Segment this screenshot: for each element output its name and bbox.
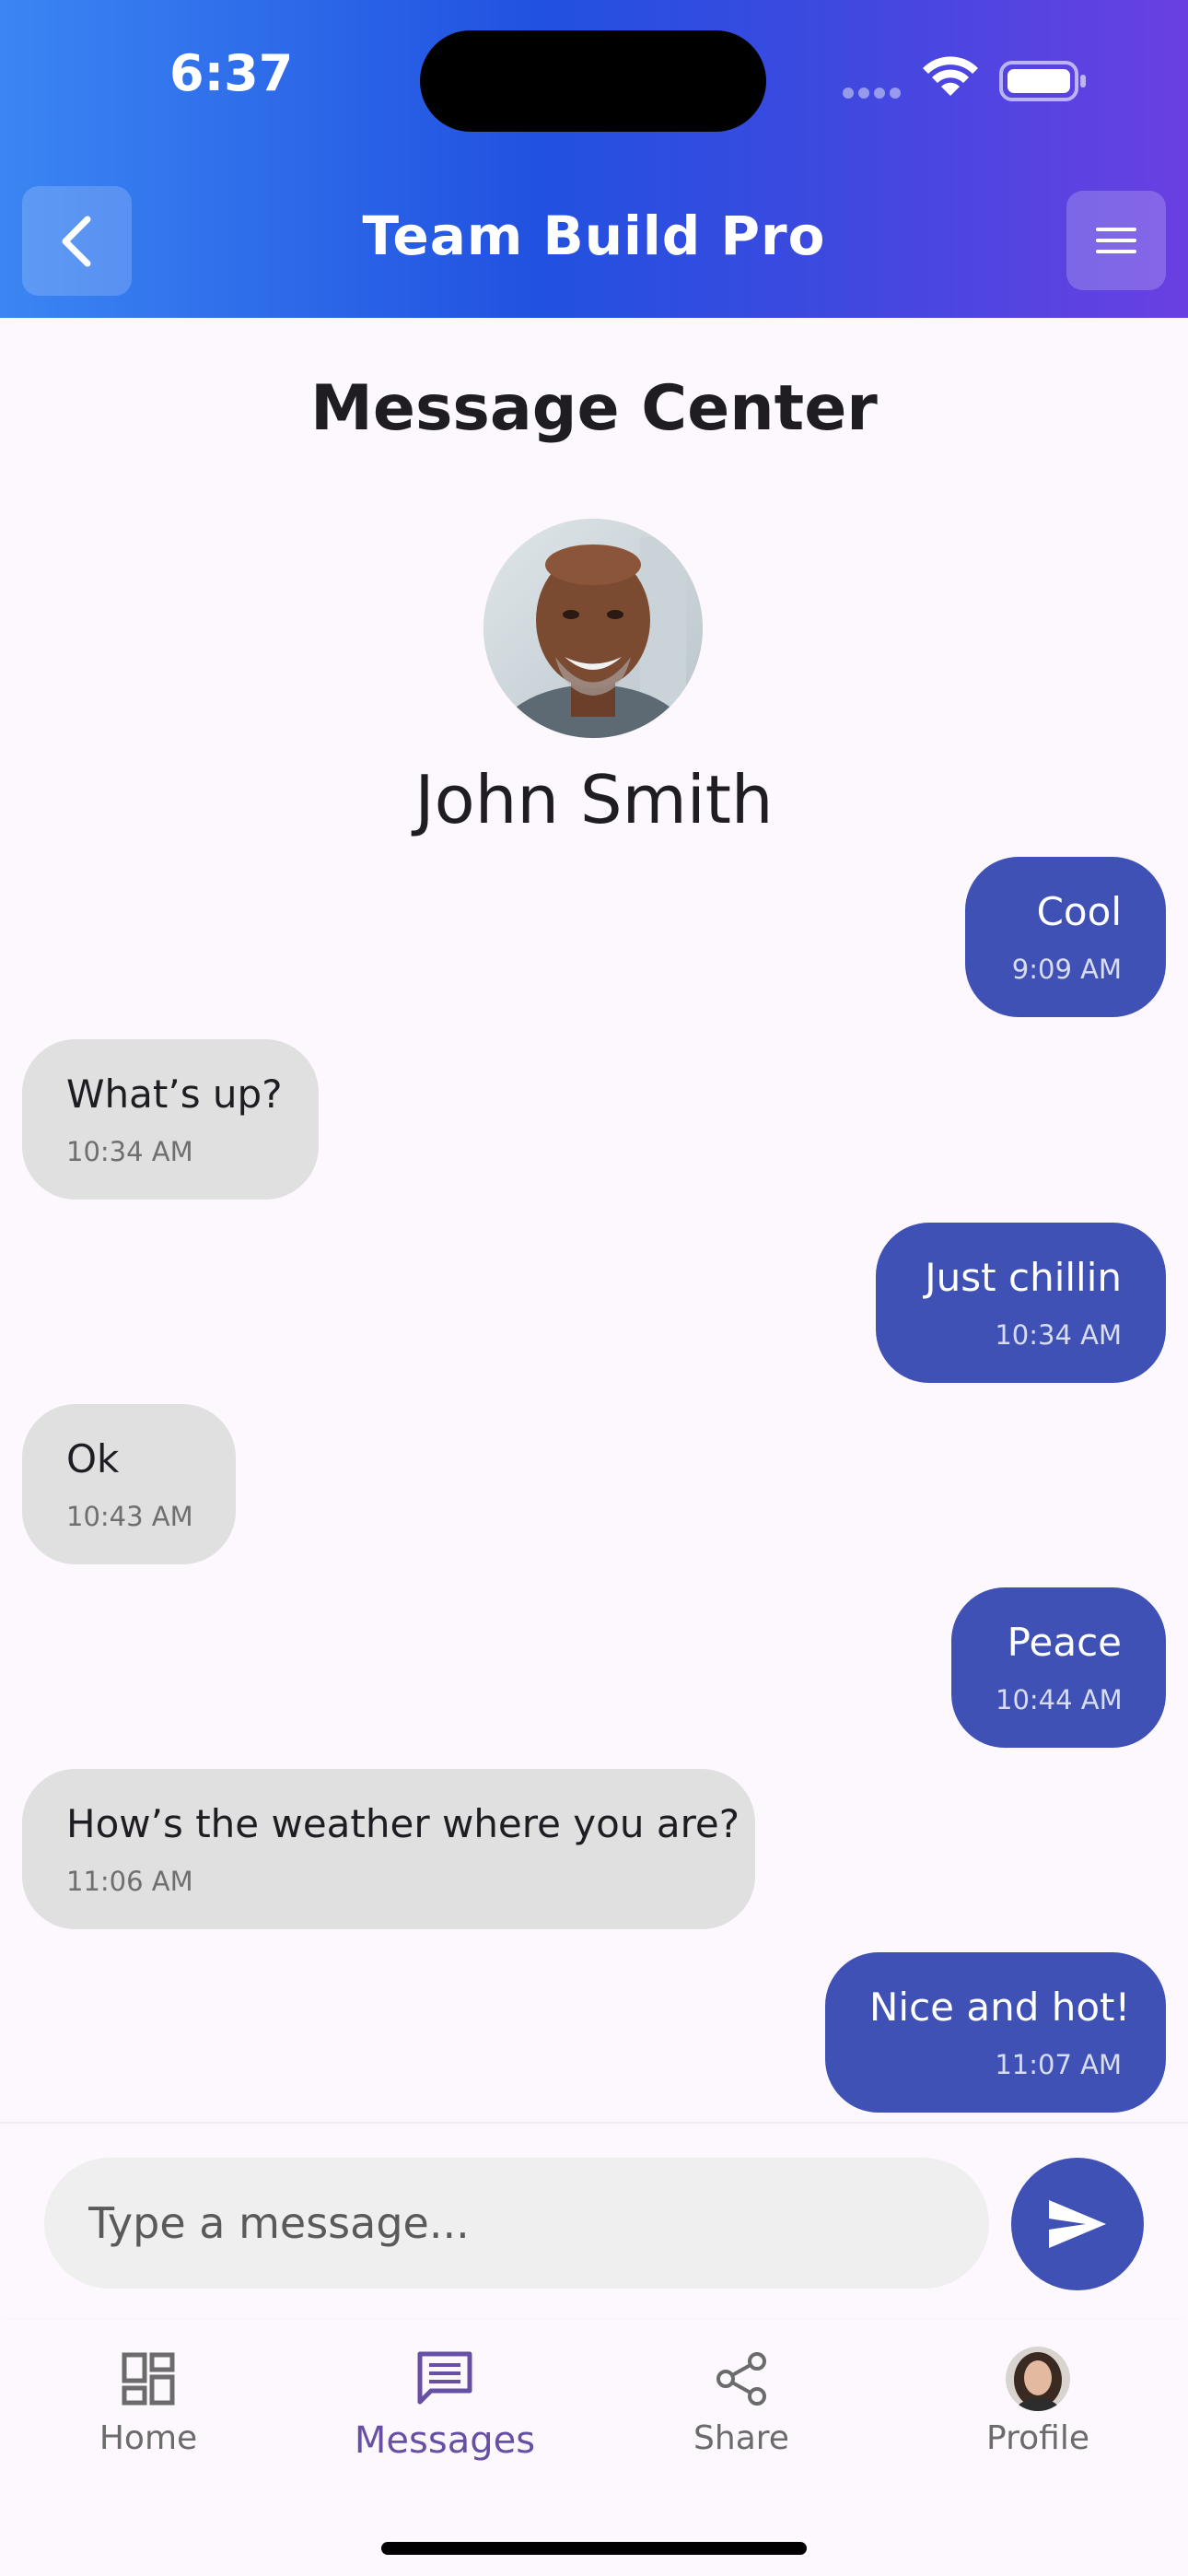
send-button[interactable] <box>1011 2158 1144 2290</box>
message-bubble-sent[interactable]: Just chillin 10:34 AM <box>876 1223 1166 1383</box>
message-timestamp: 9:09 AM <box>1011 954 1122 985</box>
dynamic-island <box>420 30 766 132</box>
message-icon <box>417 2351 472 2405</box>
cellular-signal-icon <box>843 85 907 99</box>
nav-label: Home <box>99 2419 198 2457</box>
message-timestamp: 10:44 AM <box>996 1684 1123 1715</box>
status-time: 6:37 <box>169 44 294 102</box>
wifi-icon <box>921 55 980 103</box>
bottom-navigation: Home Messages Share Profile <box>0 2320 1188 2484</box>
message-text: Peace <box>1007 1620 1122 1665</box>
nav-label: Messages <box>354 2419 536 2462</box>
menu-button[interactable] <box>1066 191 1166 290</box>
message-timestamp: 10:34 AM <box>66 1136 193 1167</box>
message-bubble-sent[interactable]: Nice and hot! 11:07 AM <box>825 1952 1166 2113</box>
app-title: Team Build Pro <box>362 205 826 267</box>
message-bubble-received[interactable]: What’s up? 10:34 AM <box>22 1039 319 1200</box>
hamburger-menu-icon <box>1096 228 1136 253</box>
contact-name: John Smith <box>414 761 774 838</box>
share-icon <box>716 2352 766 2406</box>
nav-item-profile[interactable]: Profile <box>890 2320 1186 2484</box>
nav-item-messages[interactable]: Messages <box>297 2320 593 2484</box>
message-input[interactable] <box>44 2158 989 2289</box>
nav-label: Share <box>693 2419 789 2457</box>
message-text: Ok <box>66 1436 120 1481</box>
message-text: How’s the weather where you are? <box>66 1801 740 1846</box>
message-bubble-received[interactable]: Ok 10:43 AM <box>22 1404 236 1564</box>
nav-item-home[interactable]: Home <box>0 2320 297 2484</box>
nav-label: Profile <box>986 2419 1089 2457</box>
message-bubble-sent[interactable]: Cool 9:09 AM <box>965 857 1166 1017</box>
message-composer <box>0 2122 1188 2322</box>
message-timestamp: 11:07 AM <box>995 2049 1122 2080</box>
message-text: Just chillin <box>925 1255 1122 1300</box>
message-timestamp: 10:34 AM <box>995 1319 1122 1351</box>
message-text: What’s up? <box>66 1071 283 1117</box>
home-indicator[interactable] <box>381 2542 807 2555</box>
home-indicator-area <box>0 2484 1188 2576</box>
send-icon <box>1049 2200 1106 2248</box>
message-timestamp: 11:06 AM <box>66 1866 193 1897</box>
app-header: 6:37 Team Build Pro <box>0 0 1188 318</box>
message-text: Nice and hot! <box>869 1985 1131 2030</box>
dashboard-icon <box>122 2352 175 2406</box>
message-bubble-sent[interactable]: Peace 10:44 AM <box>951 1587 1166 1748</box>
battery-icon <box>999 61 1088 105</box>
nav-item-share[interactable]: Share <box>593 2320 890 2484</box>
message-text: Cool <box>1036 889 1122 934</box>
message-timestamp: 10:43 AM <box>66 1501 193 1532</box>
contact-avatar[interactable] <box>483 519 703 738</box>
page-title: Message Center <box>310 372 878 445</box>
profile-avatar <box>1006 2347 1070 2411</box>
message-bubble-received[interactable]: How’s the weather where you are? 11:06 A… <box>22 1769 755 1929</box>
